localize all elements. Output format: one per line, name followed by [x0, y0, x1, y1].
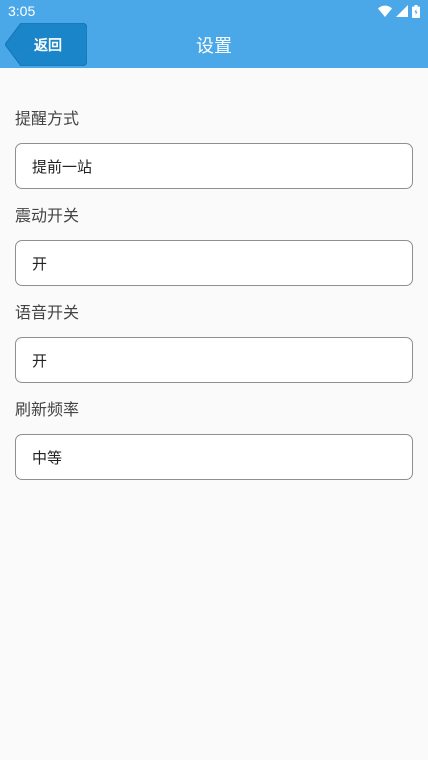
setting-voice: 语音开关 开	[15, 302, 413, 383]
battery-icon	[412, 4, 420, 18]
back-button-label: 返回	[34, 37, 62, 54]
vibration-value: 开	[32, 254, 48, 273]
voice-label: 语音开关	[15, 303, 80, 322]
refresh-rate-label: 刷新频率	[15, 400, 80, 419]
back-button[interactable]: 返回	[5, 23, 87, 66]
vibration-field[interactable]: 开	[15, 240, 413, 286]
app-bar: 返回 设置	[0, 22, 428, 68]
refresh-rate-field[interactable]: 中等	[15, 434, 413, 480]
status-icons	[378, 4, 420, 18]
setting-reminder-mode: 提醒方式 提前一站	[15, 108, 413, 189]
settings-list: 提醒方式 提前一站 震动开关 开 语音开关 开 刷新频率 中等	[0, 68, 428, 480]
reminder-mode-field[interactable]: 提前一站	[15, 143, 413, 189]
voice-value: 开	[32, 351, 48, 370]
status-time: 3:05	[8, 3, 36, 19]
voice-field[interactable]: 开	[15, 337, 413, 383]
refresh-rate-value: 中等	[32, 448, 63, 467]
setting-vibration: 震动开关 开	[15, 205, 413, 286]
setting-refresh-rate: 刷新频率 中等	[15, 399, 413, 480]
signal-icon	[396, 5, 408, 17]
reminder-mode-label: 提醒方式	[15, 109, 80, 128]
wifi-icon	[378, 5, 392, 17]
vibration-label: 震动开关	[15, 206, 80, 225]
status-bar: 3:05	[0, 0, 428, 22]
page-title: 设置	[196, 36, 232, 57]
reminder-mode-value: 提前一站	[32, 157, 93, 176]
